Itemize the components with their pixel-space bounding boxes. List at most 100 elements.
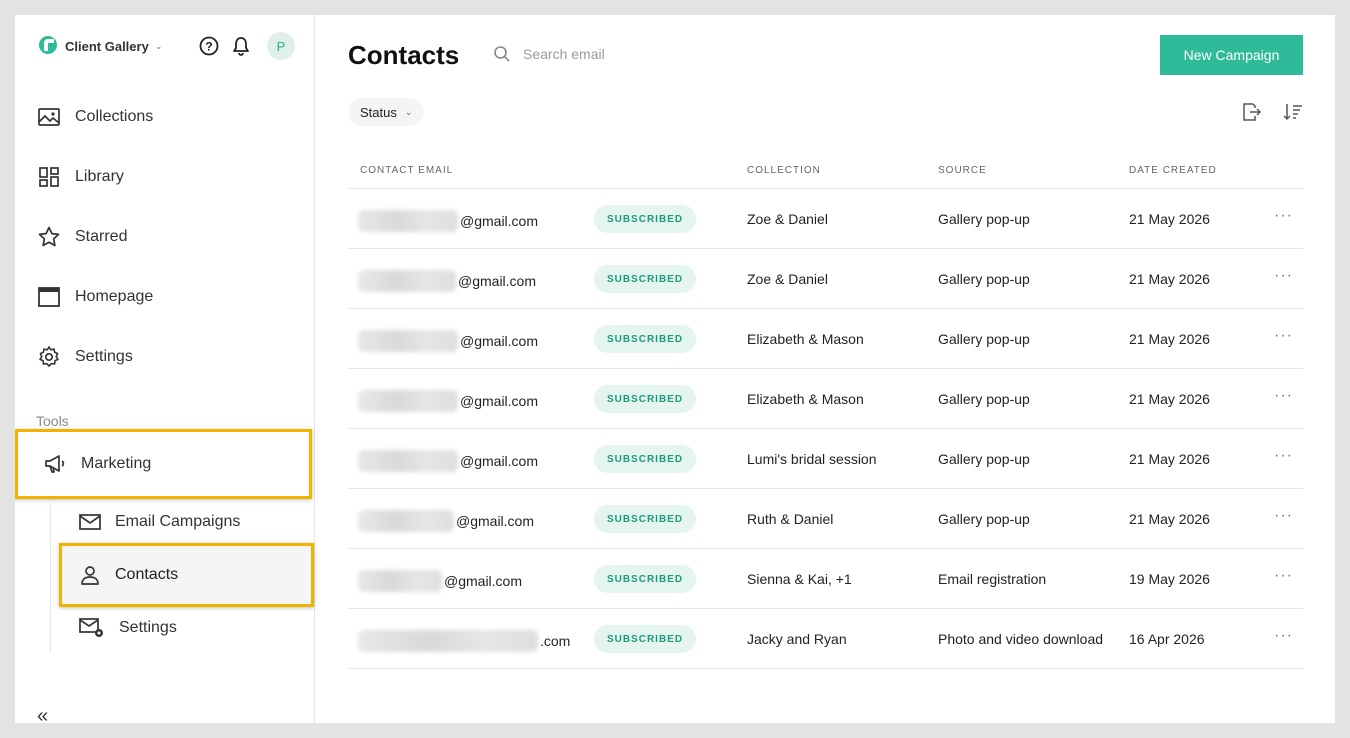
status-filter-dropdown[interactable]: Status ⌄ xyxy=(348,98,425,126)
nav-item-settings[interactable]: Settings xyxy=(37,327,153,387)
redacted-email xyxy=(358,390,458,412)
column-header-email[interactable]: CONTACT EMAIL xyxy=(360,165,453,176)
nav-item-collections[interactable]: Collections xyxy=(37,87,153,147)
nav-label: Email Campaigns xyxy=(115,513,241,530)
more-options-icon[interactable]: ··· xyxy=(1274,627,1293,645)
collection-cell: Lumi's bridal session xyxy=(747,451,877,467)
date-cell: 21 May 2026 xyxy=(1129,331,1210,347)
status-badge: SUBSCRIBED xyxy=(594,505,696,533)
table-row[interactable]: @gmail.com SUBSCRIBED Zoe & Daniel Galle… xyxy=(348,249,1303,309)
chevron-down-icon: ⌄ xyxy=(404,106,413,117)
redacted-email xyxy=(358,210,458,232)
app-window: Client Gallery ⌄ ? P Collections Library xyxy=(15,15,1335,723)
chevron-down-icon: ⌄ xyxy=(154,41,163,51)
export-icon[interactable] xyxy=(1240,101,1262,123)
more-options-icon[interactable]: ··· xyxy=(1274,567,1293,585)
contact-email: .com xyxy=(358,630,570,652)
mail-icon xyxy=(79,514,101,530)
redacted-email xyxy=(358,330,458,352)
search-input[interactable] xyxy=(523,46,723,62)
nav-item-library[interactable]: Library xyxy=(37,147,153,207)
table-row[interactable]: @gmail.com SUBSCRIBED Sienna & Kai, +1 E… xyxy=(348,549,1303,609)
date-cell: 16 Apr 2026 xyxy=(1129,631,1205,647)
collection-cell: Ruth & Daniel xyxy=(747,511,834,527)
date-cell: 21 May 2026 xyxy=(1129,391,1210,407)
redacted-email xyxy=(358,270,456,292)
bell-icon[interactable] xyxy=(231,36,251,56)
nav-item-marketing-settings[interactable]: Settings xyxy=(79,617,177,639)
grid-icon xyxy=(39,167,59,187)
brand-name: Client Gallery xyxy=(65,39,149,54)
nav-item-homepage[interactable]: Homepage xyxy=(37,267,153,327)
redacted-email xyxy=(358,630,538,652)
search-icon xyxy=(494,46,510,62)
column-header-source[interactable]: SOURCE xyxy=(938,165,987,176)
redacted-email xyxy=(358,570,442,592)
brand-switcher[interactable]: Client Gallery ⌄ xyxy=(39,36,162,57)
table-row[interactable]: @gmail.com SUBSCRIBED Zoe & Daniel Galle… xyxy=(348,189,1303,249)
table-row[interactable]: @gmail.com SUBSCRIBED Lumi's bridal sess… xyxy=(348,429,1303,489)
more-options-icon[interactable]: ··· xyxy=(1274,507,1293,525)
contact-email: @gmail.com xyxy=(358,390,538,412)
sidebar: Client Gallery ⌄ ? P Collections Library xyxy=(15,15,315,723)
nav-label: Settings xyxy=(75,348,133,365)
nav-item-starred[interactable]: Starred xyxy=(37,207,153,267)
main-content: Contacts New Campaign Status ⌄ CONTACT E… xyxy=(315,15,1335,723)
contacts-highlight-frame xyxy=(59,543,314,607)
table-tools xyxy=(1240,101,1304,123)
source-cell: Photo and video download xyxy=(938,631,1104,647)
tools-section-label: Tools xyxy=(36,413,69,429)
table-row[interactable]: @gmail.com SUBSCRIBED Ruth & Daniel Gall… xyxy=(348,489,1303,549)
marketing-highlight-frame xyxy=(15,429,312,499)
more-options-icon[interactable]: ··· xyxy=(1274,207,1293,225)
new-campaign-button[interactable]: New Campaign xyxy=(1160,35,1303,75)
column-header-collection[interactable]: COLLECTION xyxy=(747,165,821,176)
submenu-guide-line xyxy=(50,503,51,653)
column-header-date[interactable]: DATE CREATED xyxy=(1129,165,1217,176)
status-badge: SUBSCRIBED xyxy=(594,325,696,353)
help-icon[interactable]: ? xyxy=(199,36,219,56)
more-options-icon[interactable]: ··· xyxy=(1274,327,1293,345)
nav-item-email-campaigns[interactable]: Email Campaigns xyxy=(79,513,240,531)
nav-label: Library xyxy=(75,168,124,185)
date-cell: 21 May 2026 xyxy=(1129,451,1210,467)
contact-email: @gmail.com xyxy=(358,270,536,292)
table-row[interactable]: @gmail.com SUBSCRIBED Elizabeth & Mason … xyxy=(348,369,1303,429)
page-title: Contacts xyxy=(348,40,460,70)
mail-settings-icon xyxy=(79,618,103,637)
browser-icon xyxy=(38,287,60,307)
contact-email: @gmail.com xyxy=(358,510,534,532)
source-cell: Email registration xyxy=(938,571,1047,587)
status-badge: SUBSCRIBED xyxy=(594,445,696,473)
contact-email: @gmail.com xyxy=(358,570,522,592)
source-cell: Gallery pop-up xyxy=(938,391,1030,407)
redacted-email xyxy=(358,450,458,472)
source-cell: Gallery pop-up xyxy=(938,271,1030,287)
table-row[interactable]: .com SUBSCRIBED Jacky and Ryan Photo and… xyxy=(348,609,1303,669)
collection-cell: Elizabeth & Mason xyxy=(747,391,864,407)
nav-label: Collections xyxy=(75,108,154,125)
more-options-icon[interactable]: ··· xyxy=(1274,447,1293,465)
nav-label: Starred xyxy=(75,228,128,245)
collection-cell: Sienna & Kai, +1 xyxy=(747,571,852,587)
svg-text:?: ? xyxy=(205,40,212,54)
more-options-icon[interactable]: ··· xyxy=(1274,387,1293,405)
date-cell: 21 May 2026 xyxy=(1129,271,1210,287)
search-bar xyxy=(493,45,723,63)
status-badge: SUBSCRIBED xyxy=(594,205,696,233)
sort-icon[interactable] xyxy=(1282,101,1304,123)
status-filter-label: Status xyxy=(360,104,397,120)
collapse-sidebar-icon[interactable]: « xyxy=(37,705,48,723)
collection-cell: Zoe & Daniel xyxy=(747,211,828,227)
collection-cell: Zoe & Daniel xyxy=(747,271,828,287)
nav-label: Homepage xyxy=(75,288,154,305)
image-icon xyxy=(38,108,60,126)
status-badge: SUBSCRIBED xyxy=(594,385,696,413)
main-nav: Collections Library Starred Homepage Set… xyxy=(37,87,153,387)
more-options-icon[interactable]: ··· xyxy=(1274,267,1293,285)
date-cell: 21 May 2026 xyxy=(1129,211,1210,227)
avatar[interactable]: P xyxy=(267,32,295,60)
table-header: CONTACT EMAIL COLLECTION SOURCE DATE CRE… xyxy=(348,155,1303,189)
contacts-table: CONTACT EMAIL COLLECTION SOURCE DATE CRE… xyxy=(348,155,1303,669)
table-row[interactable]: @gmail.com SUBSCRIBED Elizabeth & Mason … xyxy=(348,309,1303,369)
